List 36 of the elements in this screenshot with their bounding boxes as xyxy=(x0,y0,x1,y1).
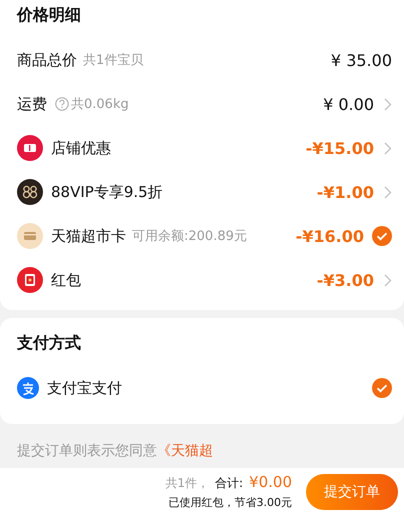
row-amount: -¥3.00 xyxy=(316,270,374,290)
vip-badge-icon xyxy=(17,179,43,205)
row-note: 共1件宝贝 xyxy=(83,52,144,69)
ticket-icon xyxy=(17,135,43,161)
chevron-icon xyxy=(384,98,392,110)
row-note: 可用余额:200.89元 xyxy=(132,228,247,245)
card-icon xyxy=(17,223,43,249)
row-label: 商品总价 xyxy=(17,50,77,70)
row-label: 运费 xyxy=(17,94,47,114)
savings-text: 已使用红包，节省3.00元 xyxy=(168,495,292,510)
section-title: 价格明细 xyxy=(17,4,82,26)
row-amount: -¥1.00 xyxy=(316,182,374,202)
chevron-icon xyxy=(384,142,392,154)
payment-label[interactable]: 支付宝支付 xyxy=(47,378,122,398)
row-label: 天猫超市卡 xyxy=(51,226,126,246)
row-label: 红包 xyxy=(51,270,81,290)
row-amount: ¥ 0.00 xyxy=(323,94,374,114)
item-count: 共1件， xyxy=(165,475,209,492)
help-icon[interactable] xyxy=(55,97,69,111)
total-label: 合计: xyxy=(215,475,244,492)
submit-button[interactable]: 提交订单 xyxy=(306,474,398,510)
row-note: 共0.06kg xyxy=(71,96,129,113)
row-amount: ¥ 35.00 xyxy=(330,50,392,70)
row-amount: -¥15.00 xyxy=(306,138,374,158)
row-label: 88VIP专享9.5折 xyxy=(51,182,163,202)
check-circle-icon[interactable] xyxy=(372,378,392,398)
agreement-link[interactable]: 《天猫超 xyxy=(157,443,213,459)
row-amount: -¥16.00 xyxy=(296,226,364,246)
chevron-icon xyxy=(384,186,392,198)
envelope-icon xyxy=(17,267,43,293)
check-circle-icon[interactable] xyxy=(372,226,392,246)
section-title: 支付方式 xyxy=(17,332,82,354)
chevron-icon xyxy=(384,274,392,286)
alipay-icon xyxy=(17,377,39,399)
row-label: 店铺优惠 xyxy=(51,138,111,158)
total-amount: ¥0.00 xyxy=(249,473,292,491)
